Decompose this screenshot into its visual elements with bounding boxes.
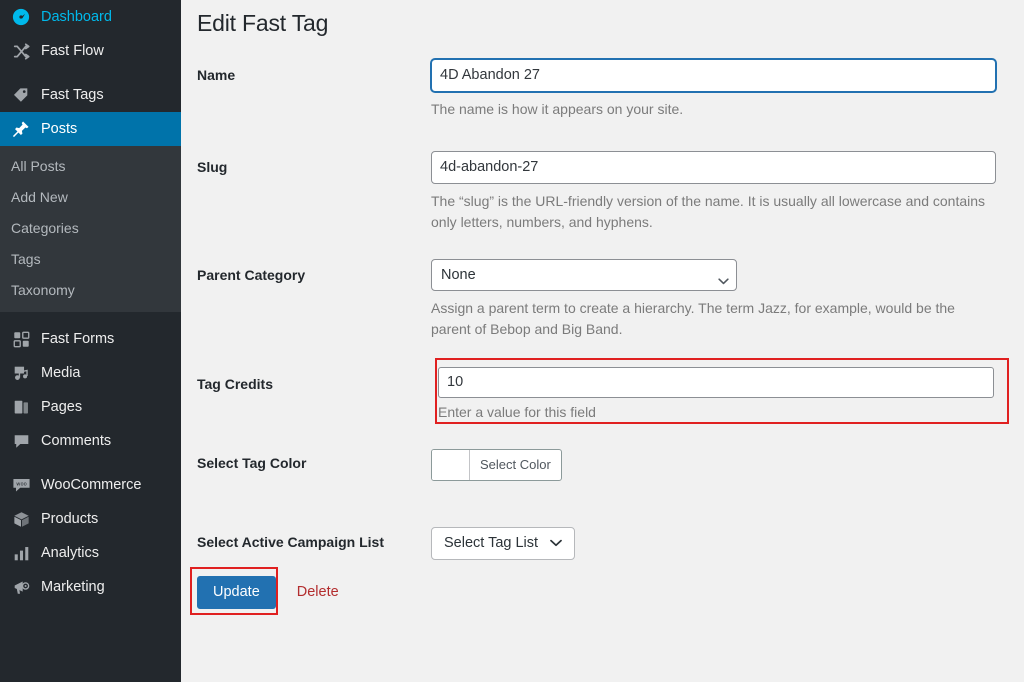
parent-category-label-cell: Parent Category: [181, 259, 431, 340]
sidebar-item-label: Dashboard: [41, 9, 112, 25]
form-row-name: Name The name is how it appears on your …: [181, 58, 1024, 120]
sidebar-item-label: Posts: [41, 121, 78, 137]
sidebar-item-taxonomy[interactable]: Taxonomy: [0, 275, 181, 306]
sidebar-item-posts[interactable]: Posts: [0, 112, 181, 146]
name-input[interactable]: [431, 58, 996, 92]
sidebar-item-tags[interactable]: Tags: [0, 244, 181, 275]
sidebar-item-products[interactable]: Products: [0, 502, 181, 536]
sidebar-item-categories[interactable]: Categories: [0, 213, 181, 244]
tag-credits-label-cell: Tag Credits: [181, 362, 431, 420]
parent-category-field-cell: None Assign a parent term to create a hi…: [431, 258, 1024, 340]
forms-grid-icon: [10, 329, 32, 349]
tag-credits-field-cell: Enter a value for this field: [431, 357, 1024, 424]
sidebar-item-label: Analytics: [41, 545, 100, 561]
campaign-list-selected-value: Select Tag List: [444, 535, 539, 552]
sidebar-item-label: Pages: [41, 399, 83, 415]
comment-icon: [10, 431, 32, 451]
tag-credits-help-text: Enter a value for this field: [438, 403, 596, 420]
svg-text:woo: woo: [16, 481, 26, 487]
slug-field-cell: The “slug” is the URL-friendly version o…: [431, 150, 1024, 233]
color-swatch: [432, 449, 470, 480]
sidebar-item-dashboard[interactable]: Dashboard: [0, 0, 181, 34]
main-content: Edit Fast Tag Name The name is how it ap…: [181, 0, 1024, 682]
dashboard-icon: [10, 7, 32, 27]
sidebar-item-label: Comments: [41, 433, 112, 449]
tag-color-label: Select Tag Color: [197, 454, 307, 471]
admin-sidebar: Dashboard Fast Flow Fast Tags Posts All …: [0, 0, 181, 682]
sidebar-item-media[interactable]: Media: [0, 356, 181, 390]
sidebar-item-fast-tags[interactable]: Fast Tags: [0, 78, 181, 112]
sidebar-item-all-posts[interactable]: All Posts: [0, 151, 181, 182]
form-row-tag-color: Select Tag Color Select Color: [181, 448, 1024, 485]
sidebar-item-label: Fast Forms: [41, 331, 115, 347]
tag-icon: [10, 85, 32, 105]
parent-category-label: Parent Category: [197, 266, 306, 283]
campaign-list-dropdown[interactable]: Select Tag List: [431, 526, 576, 560]
name-label: Name: [197, 66, 236, 83]
page-title: Edit Fast Tag: [197, 10, 329, 36]
name-help-text: The name is how it appears on your site.: [431, 100, 684, 117]
select-color-label: Select Color: [480, 457, 551, 473]
tag-color-label-cell: Select Tag Color: [181, 449, 431, 485]
sidebar-item-label: Marketing: [41, 579, 105, 595]
chevron-down-icon: [550, 539, 562, 547]
sidebar-separator: [0, 68, 181, 78]
sidebar-item-woocommerce[interactable]: woo WooCommerce: [0, 468, 181, 502]
select-color-button[interactable]: Select Color: [431, 448, 562, 481]
form-row-slug: Slug The “slug” is the URL-friendly vers…: [181, 150, 1024, 233]
form-row-campaign-list: Select Active Campaign List Select Tag L…: [181, 526, 1024, 560]
edit-fast-tag-form: Name The name is how it appears on your …: [181, 58, 1024, 615]
parent-category-selected-value: None: [441, 266, 476, 283]
form-row-parent-category: Parent Category None Assign a parent ter…: [181, 258, 1024, 340]
sidebar-separator: [0, 312, 181, 322]
bar-chart-icon: [10, 543, 32, 563]
wordpress-admin-screen: Dashboard Fast Flow Fast Tags Posts All …: [0, 0, 1024, 682]
slug-input[interactable]: [431, 150, 996, 184]
sidebar-item-label: Products: [41, 511, 99, 527]
pin-icon: [10, 119, 32, 139]
tag-credits-input[interactable]: [438, 366, 994, 398]
woo-icon: woo: [10, 475, 32, 495]
sidebar-separator: [0, 458, 181, 468]
form-row-tag-credits: Tag Credits Enter a value for this field: [181, 357, 1024, 424]
sidebar-submenu-posts: All Posts Add New Categories Tags Taxono…: [0, 146, 181, 312]
slug-help-text: The “slug” is the URL-friendly version o…: [431, 192, 986, 230]
update-button[interactable]: Update: [197, 575, 276, 609]
sidebar-item-label: Fast Tags: [41, 87, 104, 103]
tag-color-field-cell: Select Color: [431, 448, 1024, 485]
sidebar-item-label: Fast Flow: [41, 43, 104, 59]
megaphone-icon: [10, 577, 32, 597]
sidebar-item-label: Media: [41, 365, 81, 381]
sidebar-item-marketing[interactable]: Marketing: [0, 570, 181, 604]
campaign-list-field-cell: Select Tag List: [431, 526, 1024, 560]
slug-label-cell: Slug: [181, 151, 431, 233]
parent-category-select[interactable]: None: [431, 258, 737, 291]
sidebar-item-analytics[interactable]: Analytics: [0, 536, 181, 570]
pages-icon: [10, 397, 32, 417]
sidebar-item-fast-forms[interactable]: Fast Forms: [0, 322, 181, 356]
shuffle-icon: [10, 41, 32, 61]
form-actions: Update Delete: [181, 566, 1024, 615]
name-field-cell: The name is how it appears on your site.: [431, 58, 1024, 120]
box-icon: [10, 509, 32, 529]
sidebar-item-add-new[interactable]: Add New: [0, 182, 181, 213]
media-icon: [10, 363, 32, 383]
tag-credits-label: Tag Credits: [197, 375, 273, 392]
campaign-list-label-cell: Select Active Campaign List: [181, 527, 431, 560]
sidebar-item-comments[interactable]: Comments: [0, 424, 181, 458]
slug-label: Slug: [197, 158, 228, 175]
parent-category-help-text: Assign a parent term to create a hierarc…: [431, 299, 955, 337]
delete-link[interactable]: Delete: [297, 584, 339, 600]
sidebar-item-label: WooCommerce: [41, 477, 142, 493]
parent-category-select-wrap: None: [431, 258, 737, 291]
sidebar-item-pages[interactable]: Pages: [0, 390, 181, 424]
name-label-cell: Name: [181, 59, 431, 120]
sidebar-item-fast-flow[interactable]: Fast Flow: [0, 34, 181, 68]
campaign-list-label: Select Active Campaign List: [197, 533, 384, 550]
